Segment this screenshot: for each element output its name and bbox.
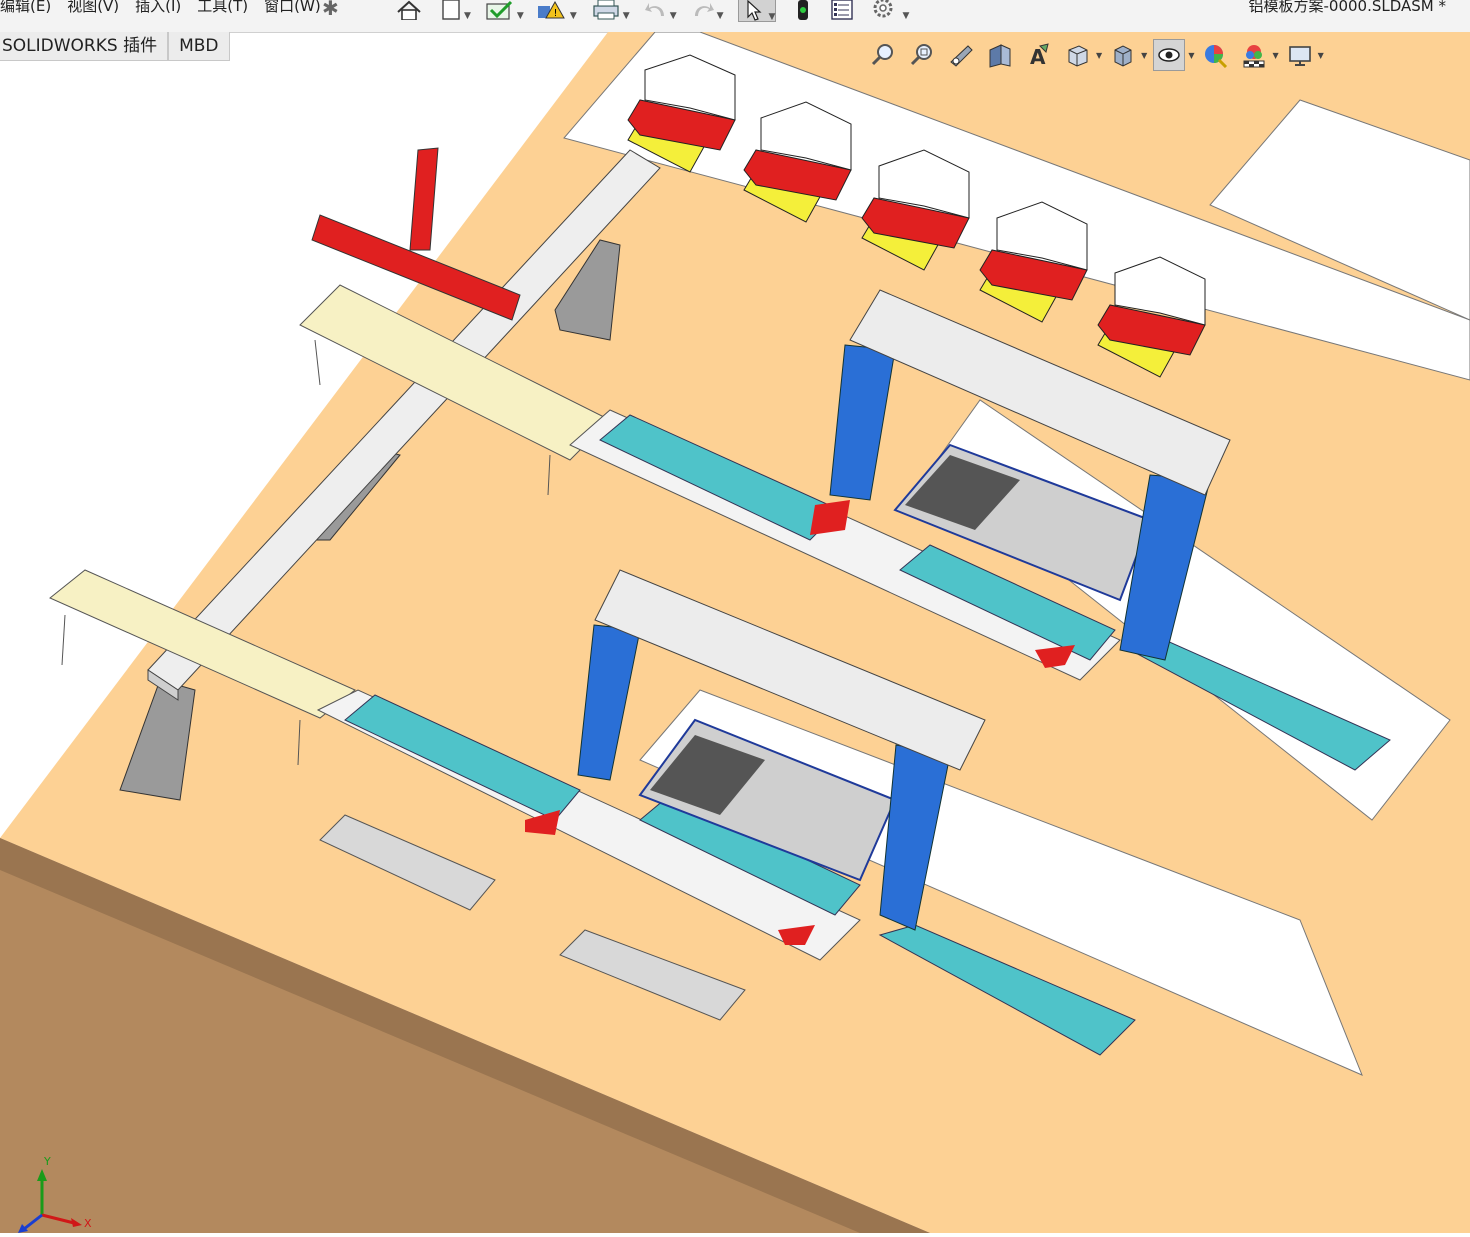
- display-style-icon[interactable]: [1108, 40, 1138, 70]
- rebuild-check-icon[interactable]: ▼: [485, 0, 524, 24]
- options-gear-icon[interactable]: ▼: [870, 0, 909, 24]
- command-manager-tabs: SOLIDWORKS 插件 MBD: [0, 32, 230, 62]
- view-settings-icon[interactable]: [1285, 40, 1315, 70]
- view-orientation-icon[interactable]: [1063, 40, 1093, 70]
- pin-icon[interactable]: ✱: [322, 0, 339, 20]
- graphics-area[interactable]: SOLIDWORKS 插件 MBD A ▼ ▼ ▼ ▼ ▼ Y X: [0, 31, 1470, 1233]
- window-title: 铝模板方案-0000.SLDASM *: [1248, 0, 1446, 15]
- previous-view-icon[interactable]: [946, 40, 976, 70]
- tab-mbd[interactable]: MBD: [168, 32, 230, 61]
- menu-insert[interactable]: 插入(I): [127, 0, 189, 20]
- file-properties-icon[interactable]: [830, 0, 856, 24]
- reference-triad: Y X: [14, 1155, 94, 1233]
- zoom-to-fit-icon[interactable]: [868, 40, 898, 70]
- undo-icon[interactable]: ▼: [644, 0, 677, 24]
- assembly-model-view: [0, 31, 1470, 1233]
- svg-text:!: !: [553, 8, 557, 19]
- apply-scene-icon[interactable]: [1239, 40, 1269, 70]
- redo-icon[interactable]: ▼: [691, 0, 724, 24]
- traffic-light-icon[interactable]: [790, 0, 816, 24]
- zoom-to-area-icon[interactable]: [907, 40, 937, 70]
- select-pointer-icon[interactable]: ▼: [737, 0, 777, 22]
- triad-y-label: Y: [44, 1155, 51, 1168]
- print-icon[interactable]: ▼: [591, 0, 630, 24]
- dynamic-annotation-icon[interactable]: A: [1024, 40, 1054, 70]
- hide-show-items-icon[interactable]: [1153, 39, 1186, 71]
- tab-solidworks-addins[interactable]: SOLIDWORKS 插件: [0, 32, 169, 61]
- menu-tools[interactable]: 工具(T): [189, 0, 256, 20]
- edit-appearance-icon[interactable]: [1200, 40, 1230, 70]
- menu-edit[interactable]: 编辑(E): [0, 0, 59, 20]
- heads-up-view-toolbar: A ▼ ▼ ▼ ▼ ▼: [868, 38, 1330, 72]
- title-toolbar-bar: 编辑(E) 视图(V) 插入(I) 工具(T) 窗口(W) ✱ ▼ ▼ ! ▼ ▼…: [0, 0, 1470, 33]
- new-document-icon[interactable]: ▼: [440, 0, 471, 24]
- triad-x-label: X: [84, 1217, 92, 1230]
- standard-toolbar: ▼ ▼ ! ▼ ▼ ▼ ▼ ▼ ▼: [392, 0, 923, 22]
- menu-bar: 编辑(E) 视图(V) 插入(I) 工具(T) 窗口(W): [0, 0, 329, 20]
- warning-icon[interactable]: ! ▼: [537, 0, 577, 24]
- section-view-icon[interactable]: [985, 40, 1015, 70]
- menu-window[interactable]: 窗口(W): [256, 0, 329, 20]
- triad-axes-icon: [18, 1169, 82, 1233]
- menu-view[interactable]: 视图(V): [59, 0, 127, 20]
- home-icon[interactable]: [392, 0, 426, 24]
